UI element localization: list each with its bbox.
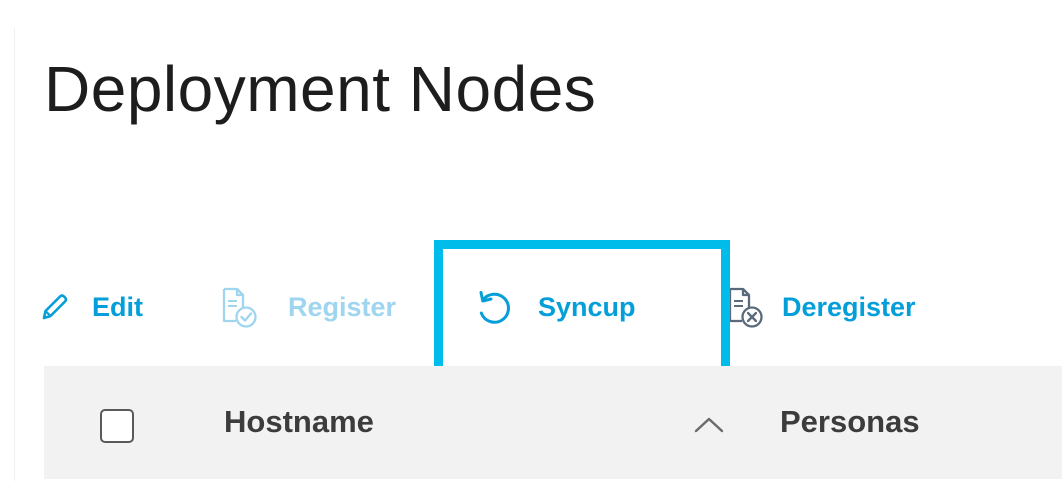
column-header-hostname[interactable]: Hostname xyxy=(224,404,374,440)
sync-icon xyxy=(474,287,514,327)
toolbar: Edit Register Syncup Deregister xyxy=(0,276,1062,338)
register-label: Register xyxy=(288,291,397,322)
pencil-icon xyxy=(40,292,68,322)
page-title: Deployment Nodes xyxy=(44,53,597,125)
deregister-button[interactable]: Deregister xyxy=(722,276,916,338)
content-left-border xyxy=(14,28,15,481)
column-header-personas[interactable]: Personas xyxy=(780,404,920,440)
document-check-icon xyxy=(216,286,264,328)
chevron-up-icon[interactable] xyxy=(694,416,724,439)
deregister-label: Deregister xyxy=(782,291,916,322)
syncup-label: Syncup xyxy=(538,291,636,322)
table-header: Hostname Personas xyxy=(44,366,1062,479)
edit-button[interactable]: Edit xyxy=(40,276,143,338)
edit-label: Edit xyxy=(92,291,143,322)
syncup-button[interactable]: Syncup xyxy=(474,276,636,338)
select-all-checkbox[interactable] xyxy=(100,409,134,443)
register-button[interactable]: Register xyxy=(216,276,396,338)
document-remove-icon xyxy=(722,286,770,328)
